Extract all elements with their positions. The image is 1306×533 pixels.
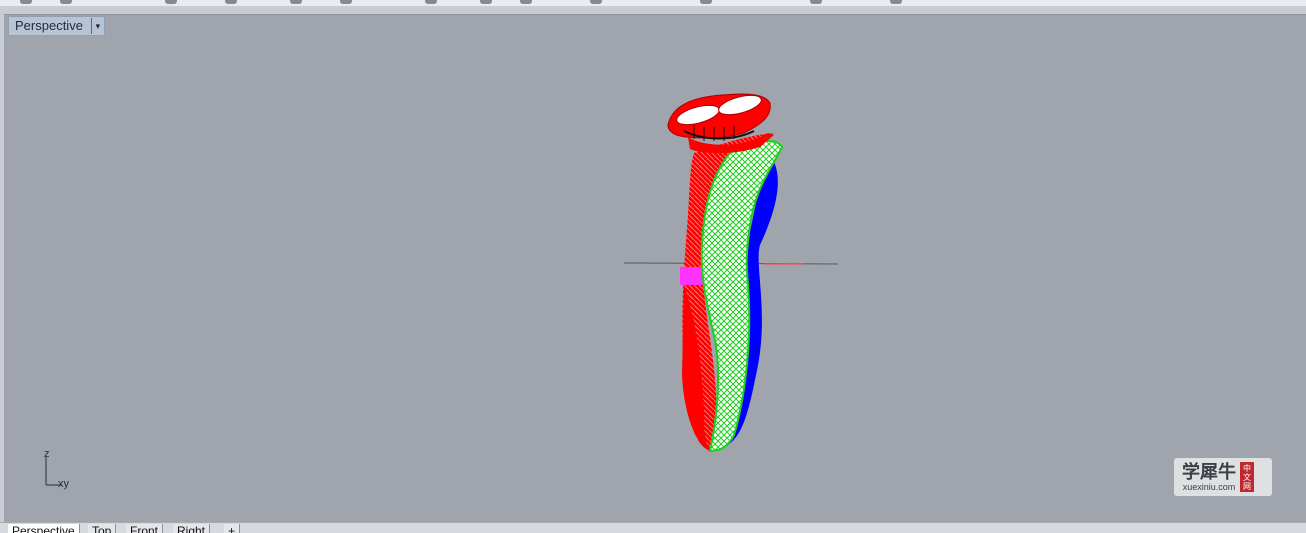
toolbar-icon[interactable] xyxy=(425,0,437,4)
toolbar-icon[interactable] xyxy=(810,0,822,4)
toolbar-icon[interactable] xyxy=(225,0,237,4)
axis-label-z: z xyxy=(44,449,50,460)
toolbar-icon[interactable] xyxy=(165,0,177,4)
watermark-badge-3: 网 xyxy=(1243,481,1251,491)
watermark-url: xuexiniu.com xyxy=(1182,482,1236,492)
perspective-viewport[interactable]: Perspective ▾ z xy 学犀牛 xuexiniu.com 中 文 … xyxy=(4,14,1306,523)
axis-widget-icon: z xy xyxy=(40,448,100,495)
toolbar-icon[interactable] xyxy=(60,0,72,4)
viewport-tabs-bar: Perspective Top Front Right + xyxy=(0,522,1306,533)
axis-label-xy: xy xyxy=(58,478,70,490)
toolbar-icon[interactable] xyxy=(20,0,32,4)
watermark-logo: 学犀牛 xuexiniu.com 中 文 网 xyxy=(1174,458,1272,496)
watermark-chinese: 学犀牛 xyxy=(1182,462,1236,482)
shaver-model-view[interactable] xyxy=(4,15,1306,523)
toolbar-strip[interactable] xyxy=(0,0,1306,6)
toolbar-icon[interactable] xyxy=(890,0,902,4)
toolbar-icon[interactable] xyxy=(520,0,532,4)
toolbar-icon[interactable] xyxy=(290,0,302,4)
toolbar-icon[interactable] xyxy=(700,0,712,4)
watermark-badge-2: 文 xyxy=(1243,472,1251,482)
watermark-badge-1: 中 xyxy=(1243,463,1251,473)
viewport-title[interactable]: Perspective xyxy=(15,17,83,35)
toolbar-icon[interactable] xyxy=(340,0,352,4)
viewport-title-bar[interactable]: Perspective ▾ xyxy=(8,16,105,36)
toolbar-icon[interactable] xyxy=(590,0,602,4)
toolbar-icon[interactable] xyxy=(480,0,492,4)
dropdown-caret-icon[interactable]: ▾ xyxy=(90,18,104,34)
